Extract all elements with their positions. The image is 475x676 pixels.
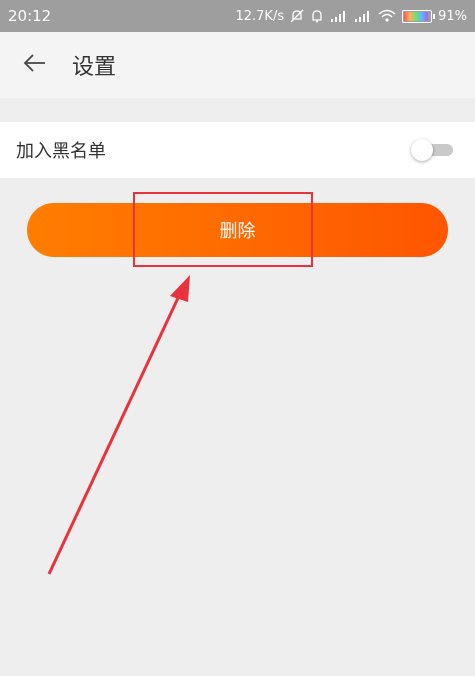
annotation-overlay [47,192,313,575]
back-button[interactable] [18,48,52,82]
wifi-icon [378,9,396,23]
battery-fill [404,11,428,21]
arrow-left-icon [23,53,47,77]
signal-icon [330,10,348,22]
toggle-knob [411,139,433,161]
network-speed: 12.7K/s [235,8,285,24]
status-time: 20:12 [8,7,52,25]
blacklist-toggle[interactable] [411,139,453,161]
status-bar: 20:12 12.7K/s 91% [0,0,475,32]
delete-button[interactable]: 删除 [27,203,448,257]
mute-icon [290,9,304,23]
battery-icon [402,9,436,23]
battery-percent: 91% [438,8,467,24]
annotation-arrow-head [170,275,190,302]
top-bar: 设置 [0,32,475,98]
blacklist-label: 加入黑名单 [16,141,106,162]
signal-icon [354,10,372,22]
status-icons: 12.7K/s 91% [235,9,467,24]
alarm-icon [310,9,324,23]
annotation-arrow-line [47,297,180,575]
blacklist-setting-row: 加入黑名单 [0,122,475,178]
page-title: 设置 [72,55,117,80]
